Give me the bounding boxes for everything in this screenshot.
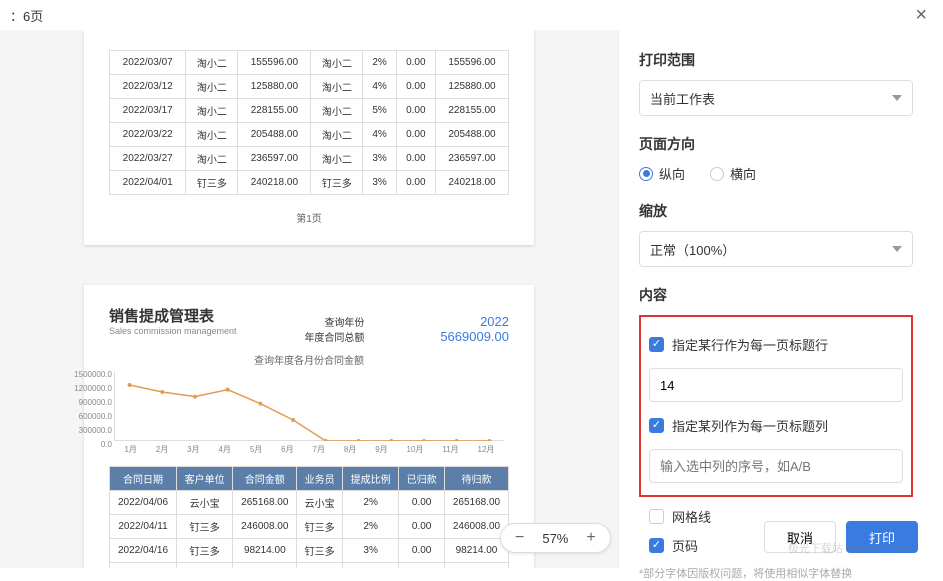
preview-page-1: 2022/03/07淘小二155596.00淘小二2%0.00155596.00… (84, 30, 534, 245)
checkbox-icon: ✓ (649, 337, 664, 352)
orientation-label: 页面方向 (639, 134, 913, 154)
line-chart: 1500000.01200000.0900000.0600000.0300000… (114, 371, 504, 441)
print-preview-pane: 2022/03/07淘小二155596.00淘小二2%0.00155596.00… (0, 30, 618, 568)
checkbox-icon (649, 509, 664, 524)
zoom-value: 57% (542, 531, 568, 546)
checkbox-icon: ✓ (649, 418, 664, 433)
page-number: 第1页 (109, 210, 509, 225)
zoom-select[interactable]: 正常（100%） (639, 231, 913, 267)
cancel-button[interactable]: 取消 (764, 521, 836, 553)
checkbox-icon: ✓ (649, 538, 664, 553)
close-button[interactable]: × (909, 4, 933, 27)
chevron-down-icon (892, 246, 902, 252)
font-hint: *部分字体因版权问题，将使用相似字体替换 (639, 565, 913, 581)
report-subtitle: Sales commission management (109, 326, 237, 336)
page-count-label: ：6页 (10, 6, 43, 25)
zoom-label: 缩放 (639, 201, 913, 221)
zoom-in-button[interactable]: + (586, 529, 595, 547)
col-title-input[interactable] (649, 449, 903, 483)
content-label: 内容 (639, 285, 913, 305)
chevron-down-icon (892, 95, 902, 101)
row-title-input[interactable] (649, 368, 903, 402)
col-title-checkbox[interactable]: ✓ 指定某列作为每一页标题列 (649, 416, 903, 435)
report-title: 销售提成管理表 (109, 305, 237, 326)
orientation-landscape[interactable]: 横向 (710, 164, 756, 183)
row-title-checkbox[interactable]: ✓ 指定某行作为每一页标题行 (649, 335, 903, 354)
radio-icon (639, 167, 653, 181)
zoom-control: − 57% + (500, 523, 611, 553)
print-button[interactable]: 打印 (846, 521, 918, 553)
preview-page-2: 销售提成管理表 Sales commission management 查询年份… (84, 285, 534, 568)
print-range-label: 打印范围 (639, 50, 913, 70)
print-range-select[interactable]: 当前工作表 (639, 80, 913, 116)
highlighted-section: ✓ 指定某行作为每一页标题行 ✓ 指定某列作为每一页标题列 (639, 315, 913, 497)
orientation-portrait[interactable]: 纵向 (639, 164, 685, 183)
zoom-out-button[interactable]: − (515, 529, 524, 547)
radio-icon (710, 167, 724, 181)
chart-title: 查询年度各月份合同金额 (109, 352, 509, 367)
settings-panel: 打印范围 当前工作表 页面方向 纵向 横向 缩放 正常（100%） 内容 ✓ (618, 30, 943, 568)
